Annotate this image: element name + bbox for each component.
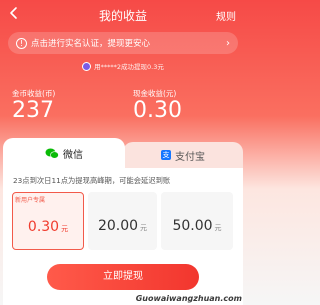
amount-option-20[interactable]: 20.00 元 (88, 192, 157, 250)
page-title: 我的收益 (98, 9, 147, 23)
chevron-right-icon: › (226, 37, 230, 49)
tab-alipay[interactable]: 支 支付宝 (123, 142, 243, 168)
info-icon: ! (16, 37, 27, 49)
tab-alipay-label: 支付宝 (175, 151, 205, 163)
ticker-text: 用*****2成功提现0.3元 (94, 63, 164, 71)
amount-unit: 元 (214, 224, 222, 232)
amount-option-50[interactable]: 50.00 元 (161, 192, 233, 250)
peak-notice: 23点到次日11点为提现高峰期，可能会延迟到账 (13, 176, 171, 185)
withdraw-now-button[interactable]: 立即提现 (47, 264, 199, 290)
tab-wechat[interactable]: 微信 (3, 138, 125, 168)
amount-option-0-30[interactable]: 新用户专属 0.30 元 (12, 192, 84, 250)
verify-banner[interactable]: ! 点击进行实名认证，提现更安心 › (8, 32, 238, 54)
payment-method-tabs: 支 支付宝 微信 (3, 138, 243, 168)
tab-wechat-label: 微信 (63, 149, 83, 161)
withdraw-ticker: 用*****2成功提现0.3元 (0, 60, 246, 72)
cash-earnings-value: 0.30 (133, 98, 182, 123)
amount-unit: 元 (61, 225, 69, 233)
alipay-icon: 支 (161, 150, 171, 160)
watermark: Guowaiwangzhuan.com (135, 294, 242, 303)
amount-value: 50.00 (172, 218, 213, 234)
amount-unit: 元 (140, 224, 148, 232)
rules-link[interactable]: 规则 (216, 8, 236, 23)
header: 我的收益 规则 (0, 0, 246, 28)
wechat-icon (45, 148, 59, 159)
amount-value: 20.00 (97, 218, 139, 234)
amount-value: 0.30 (27, 219, 60, 235)
avatar (82, 61, 92, 71)
coin-earnings-value: 237 (12, 98, 54, 123)
new-user-badge: 新用户专属 (15, 197, 46, 204)
verify-text: 点击进行实名认证，提现更安心 (31, 39, 151, 49)
